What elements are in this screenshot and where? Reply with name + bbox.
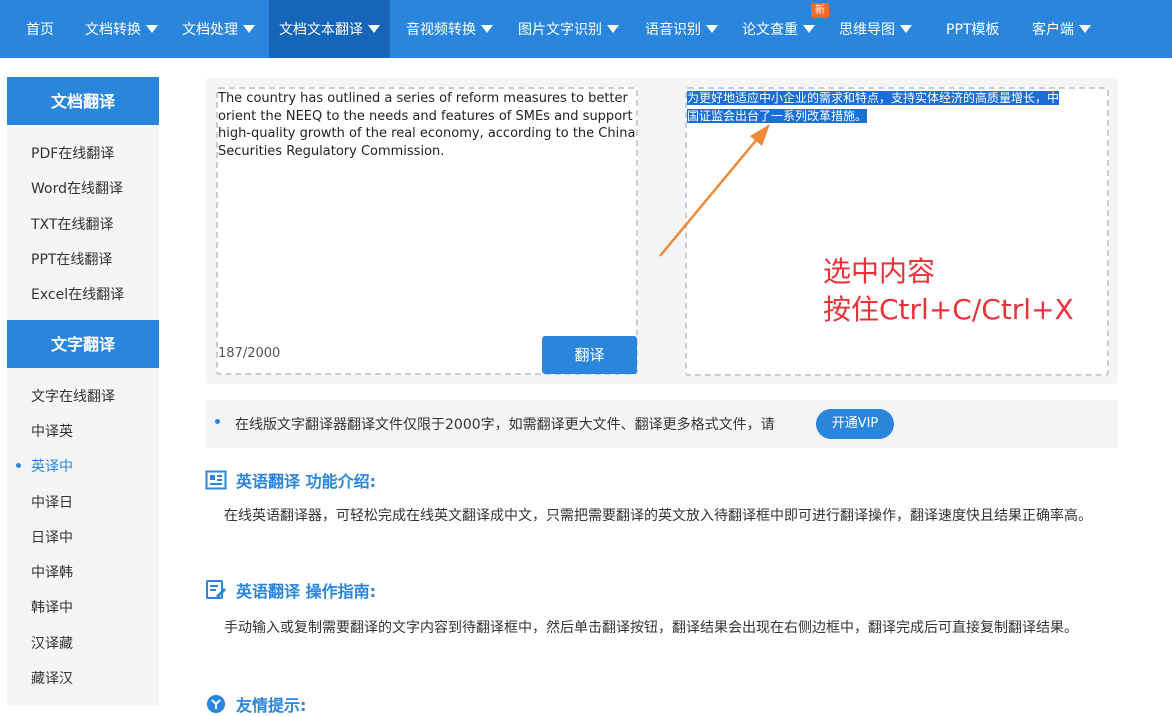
nav-label: 首页 (26, 22, 54, 38)
chevron-down-icon (900, 25, 912, 33)
nav-item-doc-translate[interactable]: 文档文本翻译 (269, 0, 390, 58)
nav-item-doc-convert[interactable]: 文档转换 (85, 0, 158, 58)
chevron-down-icon (803, 25, 815, 33)
sidebar-item-bo-zh[interactable]: 藏译汉 (31, 668, 73, 688)
chevron-down-icon (481, 25, 493, 33)
active-dot (16, 463, 21, 468)
nav-item-plagiarism[interactable]: 论文查重 (742, 0, 815, 58)
chevron-down-icon (146, 25, 158, 33)
bullet-dot (215, 419, 220, 424)
sidebar-item-txt[interactable]: TXT在线翻译 (31, 214, 113, 234)
sidebar-item-word[interactable]: Word在线翻译 (31, 178, 123, 198)
nav-item-mindmap[interactable]: 思维导图 (839, 0, 912, 58)
nav-item-av-convert[interactable]: 音视频转换 (406, 0, 493, 58)
annotation-text: 选中内容 按住Ctrl+C/Ctrl+X (823, 253, 1074, 329)
result-text-line: 为更好地适应中小企业的需求和特点，支持实体经济的高质量增长，中 (687, 91, 1060, 105)
nav-label: 语音识别 (645, 22, 701, 38)
sidebar-item-zh-bo[interactable]: 汉译藏 (31, 633, 73, 653)
sidebar-item-zh-en[interactable]: 中译英 (31, 421, 73, 441)
sidebar-item-label: 英译中 (31, 459, 73, 475)
top-navigation-bar: 首页 文档转换 文档处理 文档文本翻译 音视频转换 图片文字识别 语音识别 论文… (0, 0, 1172, 58)
nav-label: 文档文本翻译 (279, 22, 363, 38)
annotation-line: 按住Ctrl+C/Ctrl+X (823, 293, 1074, 326)
chevron-down-icon (607, 25, 619, 33)
section-title-guide: 英语翻译 操作指南: (236, 582, 376, 601)
feature-intro-icon (205, 470, 227, 490)
sidebar: 文档翻译 PDF在线翻译 Word在线翻译 TXT在线翻译 PPT在线翻译 Ex… (7, 77, 159, 705)
sidebar-heading-doc-translate: 文档翻译 (7, 77, 159, 125)
sidebar-heading-text-translate: 文字翻译 (7, 320, 159, 368)
char-counter: 187/2000 (218, 346, 281, 361)
nav-label: 音视频转换 (406, 22, 476, 38)
chevron-down-icon (1079, 25, 1091, 33)
tips-icon (207, 695, 225, 713)
nav-label: 论文查重 (742, 22, 798, 38)
section-body-intro: 在线英语翻译器，可轻松完成在线英文翻译成中文，只需把需要翻译的英文放入待翻译框中… (224, 508, 1092, 524)
nav-label: 文档转换 (85, 22, 141, 38)
sidebar-item-pdf[interactable]: PDF在线翻译 (31, 143, 114, 163)
translate-button[interactable]: 翻译 (542, 336, 637, 374)
section-title-tips: 友情提示: (236, 696, 307, 715)
chevron-down-icon (243, 25, 255, 33)
nav-label: 文档处理 (182, 22, 238, 38)
nav-item-speech[interactable]: 语音识别 (645, 0, 718, 58)
nav-item-ppt-templates[interactable]: PPT模板 (946, 0, 999, 58)
nav-label: 图片文字识别 (518, 22, 602, 38)
annotation-line: 选中内容 (823, 255, 936, 288)
nav-item-client[interactable]: 客户端 (1032, 0, 1091, 58)
nav-label: 客户端 (1032, 22, 1074, 38)
sidebar-item-en-zh[interactable]: 英译中 (16, 456, 73, 476)
sidebar-item-zh-ja[interactable]: 中译日 (31, 492, 73, 512)
nav-item-doc-process[interactable]: 文档处理 (182, 0, 255, 58)
chevron-down-icon (368, 25, 380, 33)
operation-guide-icon (206, 580, 227, 599)
arrow-icon (659, 124, 770, 257)
nav-label: PPT模板 (946, 22, 1000, 38)
chevron-down-icon (706, 25, 718, 33)
sidebar-item-text-online[interactable]: 文字在线翻译 (31, 386, 115, 406)
open-vip-button[interactable]: 开通VIP (816, 409, 894, 439)
sidebar-item-ppt[interactable]: PPT在线翻译 (31, 249, 112, 269)
source-text[interactable]: The country has outlined a series of ref… (218, 90, 636, 160)
sidebar-item-zh-ko[interactable]: 中译韩 (31, 562, 73, 582)
nav-item-ocr[interactable]: 图片文字识别 (518, 0, 619, 58)
sidebar-item-ja-zh[interactable]: 日译中 (31, 527, 73, 547)
sidebar-item-ko-zh[interactable]: 韩译中 (31, 597, 73, 617)
sidebar-item-excel[interactable]: Excel在线翻译 (31, 284, 124, 304)
section-title-intro: 英语翻译 功能介绍: (236, 472, 376, 491)
new-badge: 新 (811, 3, 829, 18)
nav-label: 思维导图 (839, 22, 895, 38)
section-body-guide: 手动输入或复制需要翻译的文字内容到待翻译框中，然后单击翻译按钮，翻译结果会出现在… (224, 620, 1078, 636)
nav-item-home[interactable]: 首页 (26, 0, 54, 58)
notice-text: 在线版文字翻译器翻译文件仅限于2000字，如需翻译更大文件、翻译更多格式文件，请 (235, 417, 775, 433)
